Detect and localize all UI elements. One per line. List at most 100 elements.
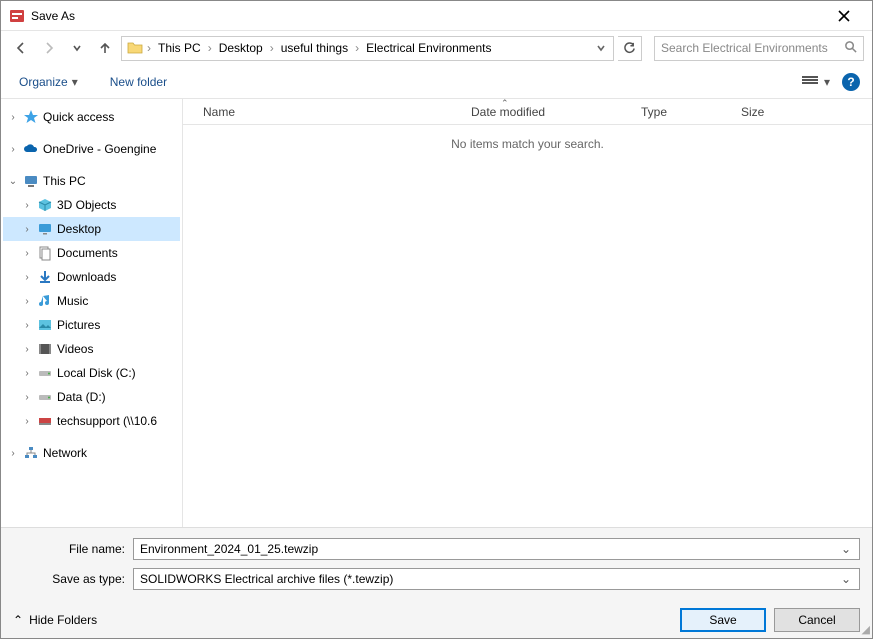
close-button[interactable] (824, 10, 864, 22)
expand-icon[interactable]: › (21, 416, 33, 427)
filename-value: Environment_2024_01_25.tewzip (140, 542, 839, 556)
address-dropdown[interactable] (593, 44, 609, 52)
col-size[interactable]: Size (731, 105, 811, 119)
breadcrumb-electrical-env[interactable]: Electrical Environments (362, 39, 495, 57)
chevron-right-icon[interactable]: › (146, 41, 152, 55)
search-placeholder: Search Electrical Environments (661, 41, 844, 55)
hide-folders-label: Hide Folders (29, 613, 97, 627)
window-title: Save As (31, 9, 824, 23)
pc-icon (23, 173, 39, 189)
expand-icon[interactable]: › (21, 296, 33, 307)
search-input[interactable]: Search Electrical Environments (654, 36, 864, 61)
chevron-right-icon[interactable]: › (207, 41, 213, 55)
drive-icon (37, 389, 53, 405)
chevron-down-icon: ▾ (824, 75, 830, 89)
view-icon (802, 76, 818, 88)
expand-icon[interactable]: › (21, 200, 33, 211)
network-drive-icon (37, 413, 53, 429)
star-icon (23, 109, 39, 125)
back-button[interactable] (9, 36, 33, 60)
tree-3d-objects[interactable]: › 3D Objects (3, 193, 180, 217)
nav-row: › This PC › Desktop › useful things › El… (1, 31, 872, 65)
organize-button[interactable]: Organize ▾ (13, 71, 84, 93)
resize-grip-icon[interactable]: ◢ (862, 623, 870, 636)
music-icon (37, 293, 53, 309)
new-folder-button[interactable]: New folder (104, 71, 173, 93)
expand-icon[interactable]: › (21, 368, 33, 379)
breadcrumb-desktop[interactable]: Desktop (215, 39, 267, 57)
chevron-up-icon: ⌃ (13, 613, 23, 627)
save-button[interactable]: Save (680, 608, 766, 632)
main-area: › Quick access › OneDrive - Goengine ⌄ T… (1, 99, 872, 527)
chevron-right-icon[interactable]: › (269, 41, 275, 55)
chevron-right-icon[interactable]: › (354, 41, 360, 55)
tree-onedrive[interactable]: › OneDrive - Goengine (3, 137, 180, 161)
history-dropdown[interactable] (65, 36, 89, 60)
tree-quick-access[interactable]: › Quick access (3, 105, 180, 129)
collapse-icon[interactable]: ⌄ (7, 176, 19, 187)
cube-icon (37, 197, 53, 213)
tree-network[interactable]: › Network (3, 441, 180, 465)
forward-button[interactable] (37, 36, 61, 60)
expand-icon[interactable]: › (21, 344, 33, 355)
empty-message: No items match your search. (183, 125, 872, 527)
refresh-button[interactable] (618, 36, 642, 61)
videos-icon (37, 341, 53, 357)
filename-input[interactable]: Environment_2024_01_25.tewzip ⌄ (133, 538, 860, 560)
saveastype-value: SOLIDWORKS Electrical archive files (*.t… (140, 572, 839, 586)
tree-music[interactable]: › Music (3, 289, 180, 313)
tree-videos[interactable]: › Videos (3, 337, 180, 361)
help-button[interactable]: ? (842, 73, 860, 91)
chevron-down-icon[interactable]: ⌄ (839, 542, 853, 556)
expand-icon[interactable]: › (21, 272, 33, 283)
folder-icon (126, 39, 144, 57)
tree-techsupport[interactable]: › techsupport (\\10.6 (3, 409, 180, 433)
expand-icon[interactable]: › (21, 320, 33, 331)
documents-icon (37, 245, 53, 261)
expand-icon[interactable]: › (7, 144, 19, 155)
app-icon (9, 8, 25, 24)
saveastype-select[interactable]: SOLIDWORKS Electrical archive files (*.t… (133, 568, 860, 590)
toolbar: Organize ▾ New folder ▾ ? (1, 65, 872, 99)
organize-label: Organize (19, 75, 68, 89)
col-type[interactable]: Type (631, 105, 731, 119)
tree-desktop[interactable]: › Desktop (3, 217, 180, 241)
network-icon (23, 445, 39, 461)
tree-pictures[interactable]: › Pictures (3, 313, 180, 337)
nav-tree: › Quick access › OneDrive - Goengine ⌄ T… (1, 99, 183, 527)
download-icon (37, 269, 53, 285)
bottom-panel: File name: Environment_2024_01_25.tewzip… (1, 527, 872, 638)
col-name[interactable]: Name (183, 105, 461, 119)
search-icon (844, 40, 857, 56)
tree-data-d[interactable]: › Data (D:) (3, 385, 180, 409)
breadcrumb-this-pc[interactable]: This PC (154, 39, 205, 57)
tree-local-disk-c[interactable]: › Local Disk (C:) (3, 361, 180, 385)
sort-indicator-icon: ⌃ (501, 99, 509, 109)
chevron-down-icon[interactable]: ⌄ (839, 572, 853, 586)
titlebar: Save As (1, 1, 872, 31)
cancel-button[interactable]: Cancel (774, 608, 860, 632)
expand-icon[interactable]: › (21, 392, 33, 403)
file-list: ⌃ Name Date modified Type Size No items … (183, 99, 872, 527)
address-bar[interactable]: › This PC › Desktop › useful things › El… (121, 36, 614, 61)
up-button[interactable] (93, 36, 117, 60)
expand-icon[interactable]: › (21, 224, 33, 235)
view-button[interactable]: ▾ (802, 75, 830, 89)
saveastype-label: Save as type: (13, 572, 133, 586)
tree-downloads[interactable]: › Downloads (3, 265, 180, 289)
tree-documents[interactable]: › Documents (3, 241, 180, 265)
new-folder-label: New folder (110, 75, 167, 89)
filename-label: File name: (13, 542, 133, 556)
drive-icon (37, 365, 53, 381)
expand-icon[interactable]: › (7, 448, 19, 459)
col-date[interactable]: Date modified (461, 105, 631, 119)
chevron-down-icon: ▾ (72, 75, 78, 89)
tree-this-pc[interactable]: ⌄ This PC (3, 169, 180, 193)
pictures-icon (37, 317, 53, 333)
column-headers: Name Date modified Type Size (183, 99, 872, 125)
expand-icon[interactable]: › (21, 248, 33, 259)
expand-icon[interactable]: › (7, 112, 19, 123)
cloud-icon (23, 141, 39, 157)
hide-folders-button[interactable]: ⌃ Hide Folders (13, 613, 97, 627)
breadcrumb-useful-things[interactable]: useful things (277, 39, 352, 57)
